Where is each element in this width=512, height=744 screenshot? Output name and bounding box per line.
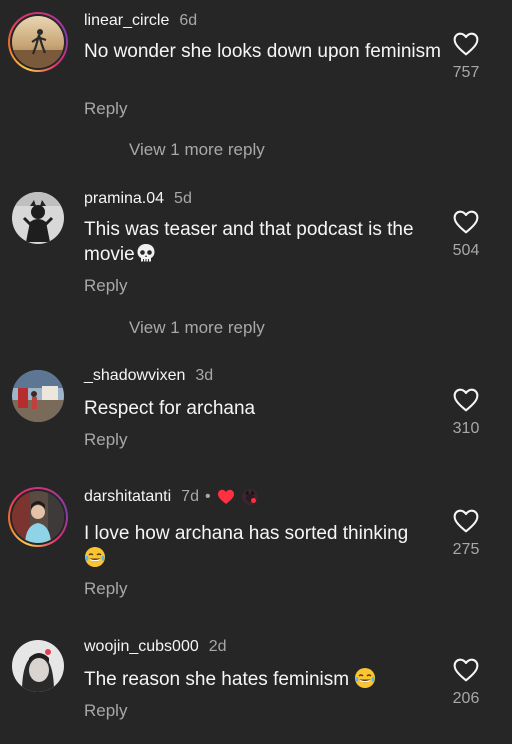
username[interactable]: darshitatanti [84,488,171,506]
comment-age: 5d [174,190,192,207]
heart-outline-icon [446,210,486,234]
like-count: 206 [452,690,480,707]
comment-meta: woojin_cubs000 2d [84,638,227,656]
like-button[interactable]: 310 [446,388,486,438]
comment-meta: pramina.04 5d [84,190,192,208]
skull-emoji [135,242,157,264]
like-button[interactable]: 504 [446,210,486,260]
heart-outline-icon [446,509,486,533]
comment-text-content: This was teaser and that podcast is the … [84,219,414,265]
tears-of-joy-emoji [84,546,106,568]
comment-meta: darshitatanti 7d • [84,488,259,506]
separator-dot: • [204,488,211,505]
creator-avatar-badge [241,488,259,506]
avatar-wrapper[interactable] [8,188,68,248]
username[interactable]: _shadowvixen [84,367,185,385]
reply-button[interactable]: Reply [84,701,127,721]
username[interactable]: linear_circle [84,12,169,30]
avatar-story-ring[interactable] [8,12,68,72]
avatar [12,16,64,68]
avatar-wrapper[interactable] [8,636,68,696]
comment-text: This was teaser and that podcast is the … [84,218,444,267]
like-count: 310 [452,420,480,437]
like-count: 275 [452,541,480,558]
comment-text-content: I love how archana has sorted thinking [84,523,409,544]
comment-age: 6d [179,12,198,29]
heart-outline-icon [446,388,486,412]
comment-age: 2d [208,638,227,655]
comment-meta: linear_circle 6d [84,12,197,30]
tears-of-joy-emoji [354,667,376,689]
view-replies-button[interactable]: View 1 more reply [129,318,265,338]
like-button[interactable]: 757 [446,32,486,82]
like-count: 504 [452,242,480,259]
comment-text: I love how archana has sorted thinking [84,522,444,571]
like-button[interactable]: 206 [446,658,486,708]
reply-button[interactable]: Reply [84,276,127,296]
avatar [12,370,64,422]
red-heart-emoji [217,488,235,506]
heart-outline-icon [446,32,486,56]
comment-meta: _shadowvixen 3d [84,367,213,385]
avatar [12,491,64,543]
avatar-wrapper[interactable] [8,366,68,426]
comment-text: No wonder she looks down upon feminism [84,41,441,62]
like-count: 757 [452,64,480,81]
view-replies-button[interactable]: View 1 more reply [129,140,265,160]
reply-button[interactable]: Reply [84,579,127,599]
reply-button[interactable]: Reply [84,430,127,450]
comment-text: The reason she hates feminism [84,667,444,692]
heart-outline-icon [446,658,486,682]
comment-text: Respect for archana [84,398,256,419]
comment-text-content: The reason she hates feminism [84,669,350,690]
comment-age: 7d [181,488,199,505]
reply-button[interactable]: Reply [84,99,127,119]
avatar-story-ring[interactable] [8,487,68,547]
username[interactable]: woojin_cubs000 [84,638,199,656]
avatar [12,192,64,244]
username[interactable]: pramina.04 [84,190,164,208]
like-button[interactable]: 275 [446,509,486,559]
comment-age: 3d [195,367,214,384]
avatar [12,640,64,692]
